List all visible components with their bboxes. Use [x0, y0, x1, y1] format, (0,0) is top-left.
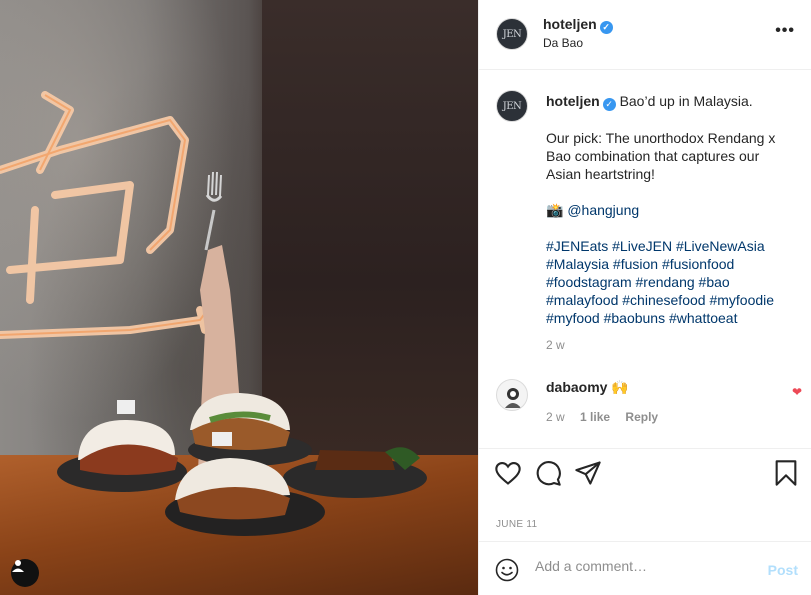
caption-username[interactable]: hoteljen	[546, 93, 600, 109]
comment-likes[interactable]: 1 like	[580, 410, 610, 424]
caption-line-2: Our pick: The unorthodox Rendang x Bao c…	[546, 130, 776, 182]
hashtags[interactable]: #JENEats #LiveJEN #LiveNewAsia #Malaysia…	[546, 237, 796, 327]
comment-meta: 2 w 1 like Reply	[546, 410, 670, 424]
action-bar: JUNE 11	[479, 448, 811, 548]
caption-text: hoteljen ✓ Bao’d up in Malaysia. Our pick…	[546, 92, 796, 327]
verified-badge-icon: ✓	[599, 21, 613, 34]
comment-input[interactable]	[535, 558, 755, 574]
post-button[interactable]: Post	[768, 562, 798, 578]
mention-link[interactable]: @hangjung	[567, 202, 639, 218]
location-link[interactable]: Da Bao	[543, 36, 583, 50]
share-icon[interactable]	[574, 459, 602, 487]
post-photo[interactable]	[0, 0, 478, 595]
add-comment-bar: Post	[479, 541, 811, 595]
caption-avatar[interactable]: JEN	[496, 90, 528, 122]
commenter-avatar[interactable]	[496, 379, 528, 411]
bookmark-icon[interactable]	[772, 459, 800, 487]
username-link[interactable]: hoteljen	[543, 16, 597, 32]
header-username[interactable]: hoteljen ✓	[543, 16, 613, 34]
profile-avatar[interactable]: JEN	[496, 18, 528, 50]
camera-emoji: 📸	[546, 202, 564, 218]
post-date[interactable]: JUNE 11	[496, 519, 537, 530]
post-header: JEN hoteljen ✓ Da Bao •••	[479, 0, 811, 70]
comment-username[interactable]: dabaomy	[546, 379, 607, 395]
comment-row: dabaomy 🙌 2 w 1 like Reply ❤	[479, 372, 811, 432]
comment-like-icon[interactable]: ❤	[792, 385, 802, 399]
comment-body: 🙌	[611, 379, 629, 395]
neon-sign	[0, 91, 219, 339]
verified-badge-icon: ✓	[602, 98, 616, 111]
caption-timestamp[interactable]: 2 w	[546, 338, 565, 352]
caption-line-1: Bao’d up in Malaysia.	[619, 93, 753, 109]
photo-scene	[0, 91, 427, 536]
reply-button[interactable]: Reply	[625, 410, 658, 424]
post-panel: JEN hoteljen ✓ Da Bao ••• JEN hoteljen ✓ B…	[478, 0, 811, 595]
comment-icon[interactable]	[534, 459, 562, 487]
tagged-user-icon[interactable]	[11, 559, 39, 587]
heart-icon[interactable]	[494, 459, 522, 487]
more-options-icon[interactable]: •••	[775, 22, 795, 40]
comment-text: dabaomy 🙌	[546, 379, 629, 396]
emoji-icon[interactable]	[495, 558, 519, 582]
comment-timestamp[interactable]: 2 w	[546, 410, 565, 424]
